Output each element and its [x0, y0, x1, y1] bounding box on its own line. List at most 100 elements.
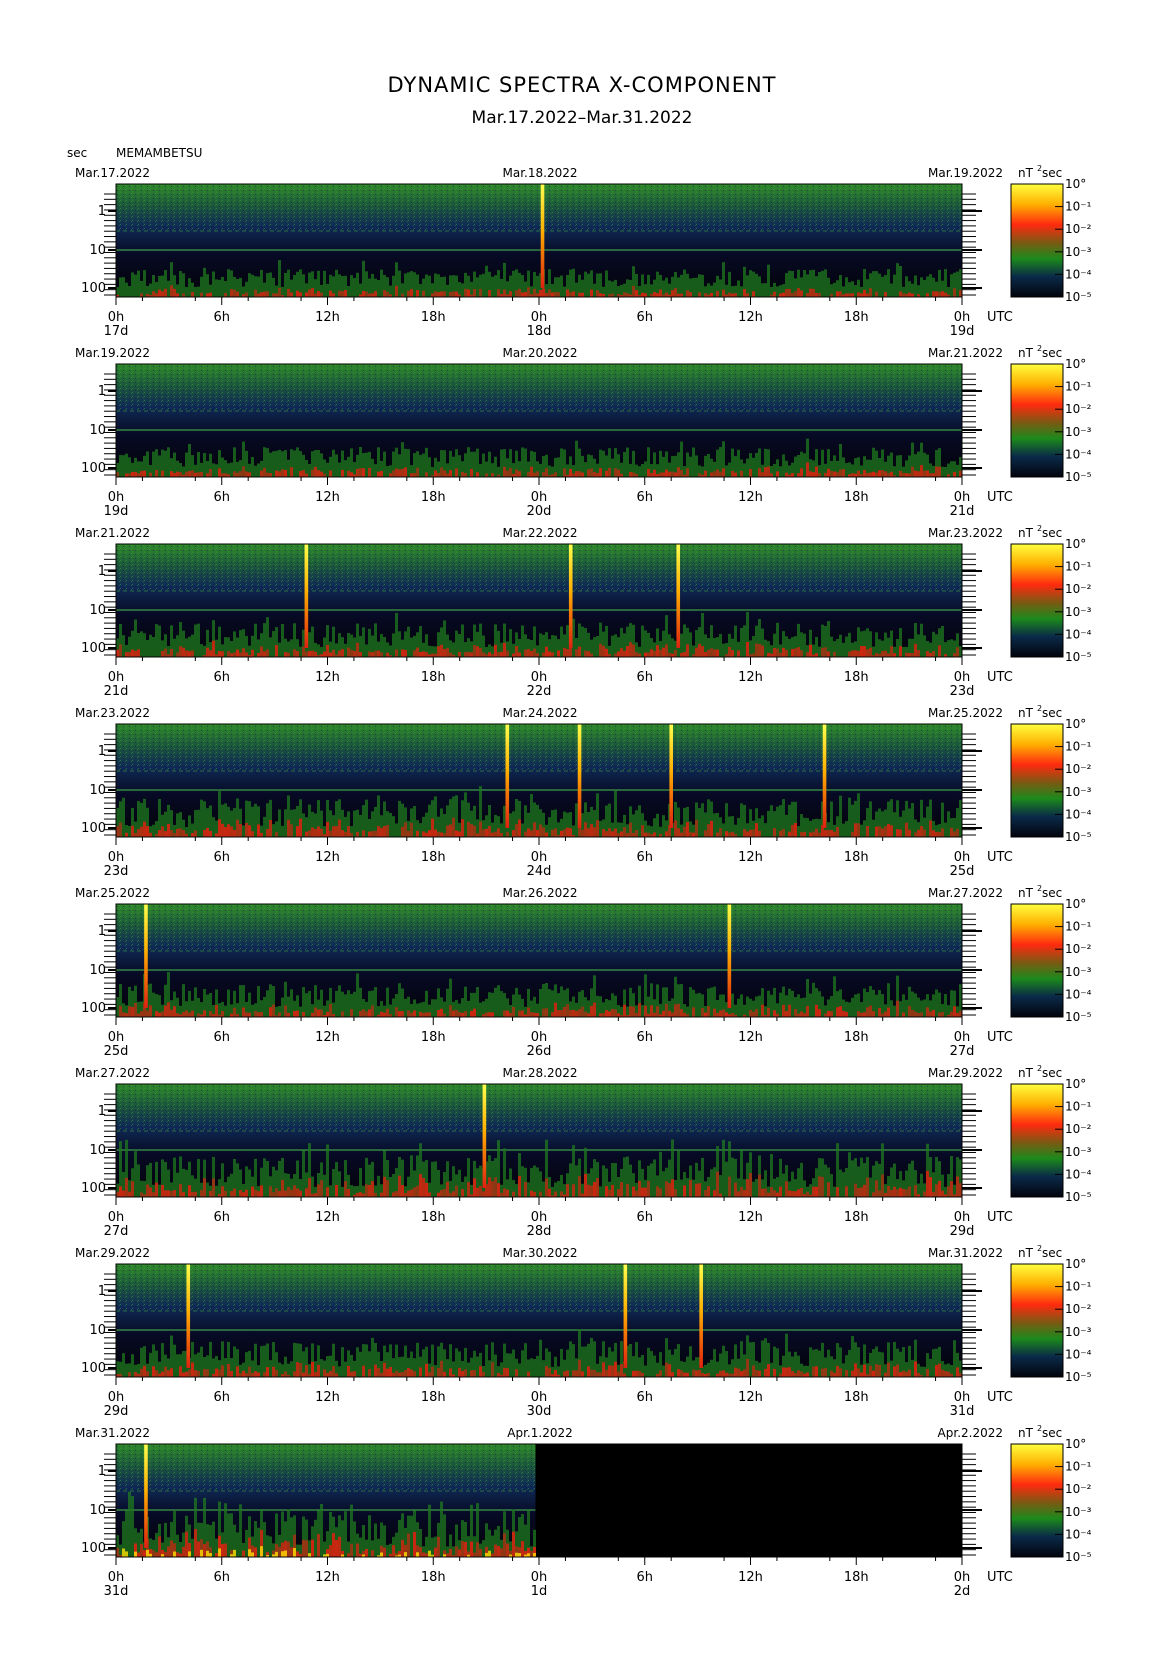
- power-column: [209, 1011, 212, 1017]
- power-column: [326, 1372, 329, 1377]
- activity-column: [272, 824, 275, 837]
- power-column: [671, 653, 674, 657]
- colorbar-tick-label: 10⁻³: [1065, 1145, 1092, 1159]
- power-column: [530, 466, 533, 477]
- power-column: [767, 1364, 770, 1377]
- power-column: [182, 830, 185, 837]
- power-column: [230, 826, 233, 837]
- power-column: [491, 1362, 494, 1377]
- power-column: [170, 1009, 173, 1017]
- power-column: [941, 1190, 944, 1197]
- power-column: [353, 1371, 356, 1377]
- power-column: [230, 653, 233, 657]
- activity-column: [923, 999, 926, 1017]
- activity-column: [956, 464, 959, 477]
- power-column: [269, 1007, 272, 1017]
- activity-column: [863, 820, 866, 837]
- power-column: [788, 831, 791, 837]
- activity-column: [137, 1164, 140, 1197]
- power-column: [518, 1175, 521, 1197]
- activity-column: [644, 1365, 647, 1377]
- power-column: [440, 644, 443, 657]
- colorbar-tick-label: 10°: [1065, 897, 1086, 911]
- power-column: [848, 293, 851, 297]
- power-column: [716, 1171, 719, 1197]
- impulsive-event-mark: [540, 184, 545, 288]
- power-column: [824, 1368, 827, 1377]
- spectrum-panel-5: Mar.25.2022 Mar.26.2022 Mar.27.2022 nT 2 sec1…: [75, 884, 1092, 1059]
- x-tick-label: 6h: [213, 1570, 230, 1585]
- power-column: [401, 468, 404, 477]
- activity-column: [728, 462, 731, 477]
- power-column: [611, 831, 614, 837]
- power-column: [809, 471, 812, 477]
- power-column: [935, 466, 938, 477]
- power-column: [131, 825, 134, 837]
- station-name: MEMAMBETSU: [116, 146, 202, 160]
- power-column: [863, 469, 866, 477]
- power-column: [392, 1372, 395, 1377]
- power-column: [515, 290, 518, 297]
- power-column: [857, 470, 860, 477]
- activity-column: [911, 1359, 914, 1377]
- activity-column: [188, 278, 191, 297]
- power-column: [923, 1191, 926, 1197]
- x-tick-label: 18h: [421, 670, 446, 685]
- activity-column: [152, 992, 155, 1017]
- activity-column: [611, 635, 614, 657]
- power-column: [464, 1011, 467, 1017]
- activity-column: [209, 1341, 212, 1377]
- power-column: [932, 473, 935, 477]
- power-column: [728, 832, 731, 837]
- power-column: [140, 1192, 143, 1197]
- power-column: [878, 1190, 881, 1197]
- power-column: [473, 1178, 476, 1197]
- power-column: [662, 472, 665, 477]
- power-column: [512, 653, 515, 657]
- power-column: [878, 1365, 881, 1377]
- power-column: [794, 1009, 797, 1017]
- activity-column: [131, 272, 134, 297]
- utc-label: UTC: [987, 1030, 1013, 1045]
- power-column: [467, 821, 470, 837]
- activity-column: [212, 271, 215, 297]
- power-column: [131, 649, 134, 657]
- activity-column: [356, 973, 359, 1017]
- activity-column: [167, 280, 170, 297]
- power-column: [674, 472, 677, 477]
- x-tick-label: 18h: [844, 1570, 869, 1585]
- power-column: [551, 292, 554, 297]
- power-column: [839, 291, 842, 297]
- activity-column: [488, 451, 491, 477]
- power-column: [233, 830, 236, 837]
- power-column: [905, 473, 908, 477]
- activity-column: [434, 999, 437, 1017]
- power-column: [299, 1190, 302, 1197]
- power-column: [275, 293, 278, 297]
- x-tick-label: 12h: [738, 670, 763, 685]
- power-column: [869, 1365, 872, 1377]
- power-column: [713, 1008, 716, 1017]
- power-column: [275, 1188, 278, 1197]
- power-column: [140, 1368, 143, 1377]
- power-column: [413, 1531, 416, 1557]
- power-column: [263, 291, 266, 297]
- power-column: [437, 646, 440, 657]
- activity-column: [686, 1178, 689, 1197]
- colorbar-tick-label: 10⁻³: [1065, 605, 1092, 619]
- activity-column: [842, 1363, 845, 1377]
- spectrum-panel-2: Mar.19.2022 Mar.20.2022 Mar.21.2022 nT 2 sec1…: [75, 344, 1092, 519]
- activity-column: [872, 819, 875, 837]
- power-column: [386, 1368, 389, 1377]
- power-column: [185, 1010, 188, 1017]
- activity-column: [569, 1341, 572, 1377]
- activity-column: [272, 631, 275, 657]
- power-column: [224, 293, 227, 297]
- activity-column: [467, 1000, 470, 1017]
- power-column: [254, 289, 257, 297]
- power-column: [491, 1012, 494, 1017]
- power-column: [437, 831, 440, 837]
- power-column: [212, 640, 215, 657]
- power-column: [800, 1371, 803, 1377]
- power-column: [788, 1190, 791, 1197]
